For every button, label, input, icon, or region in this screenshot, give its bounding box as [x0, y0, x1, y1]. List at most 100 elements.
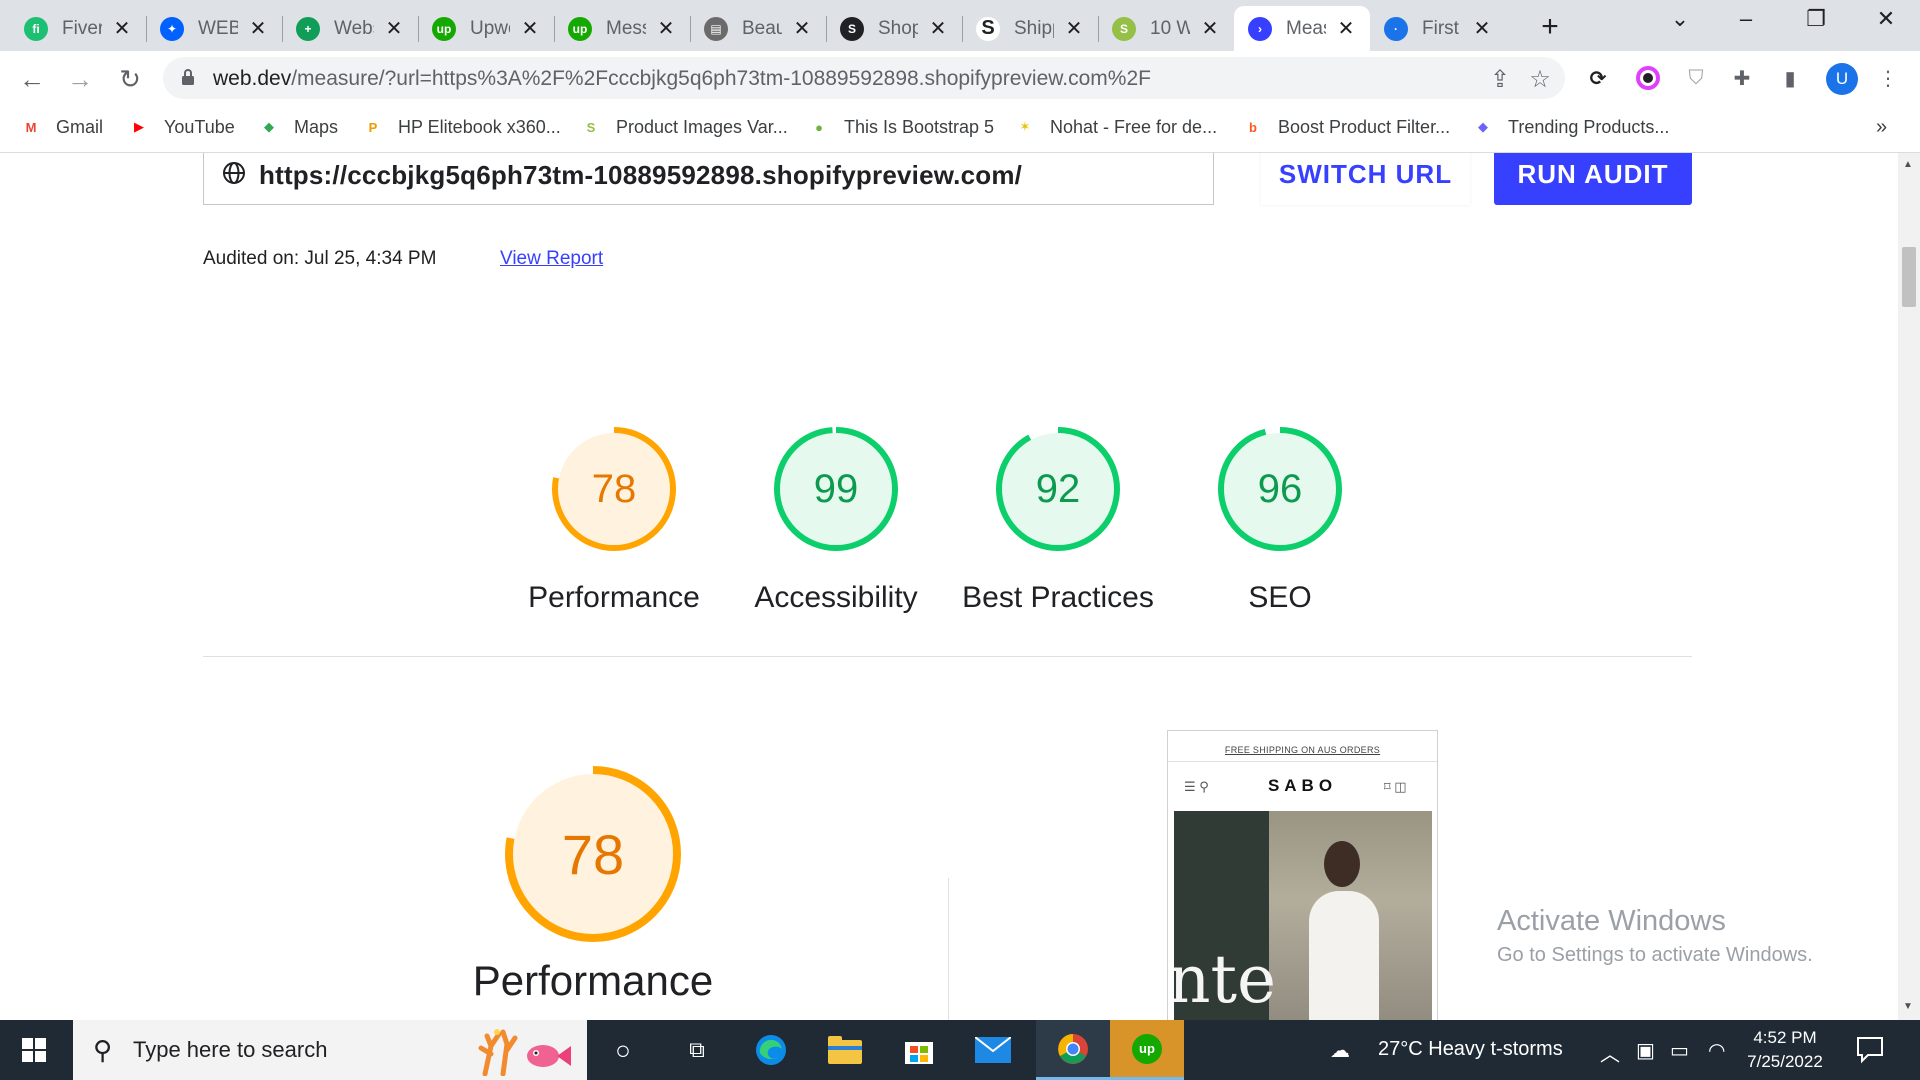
bookmark-star-icon[interactable]: ☆ [1525, 65, 1555, 94]
tab-search-chevron-icon[interactable]: ⌄ [1660, 6, 1700, 32]
reload-icon[interactable]: ↻ [114, 63, 146, 95]
browser-tab[interactable]: · First ✕ [1370, 6, 1506, 51]
address-bar[interactable]: web.dev/measure/?url=https%3A%2F%2Fcccbj… [163, 57, 1565, 99]
bookmark-item[interactable]: ◆ Trending Products... [1472, 116, 1669, 138]
bookmark-item[interactable]: ✶ Nohat - Free for de... [1014, 116, 1218, 138]
accessibility-label: Accessibility [754, 581, 918, 614]
page-scrollbar[interactable]: ▲ ▼ [1898, 153, 1920, 1020]
browser-tab[interactable]: S Shipp ✕ [962, 6, 1098, 51]
browser-tab[interactable]: ▤ Beau ✕ [690, 6, 826, 51]
seo-gauge[interactable]: 96 [1218, 427, 1342, 551]
browser-tab[interactable]: ✦ WEBS ✕ [146, 6, 282, 51]
upwork-icon: up [568, 16, 592, 41]
back-arrow-icon[interactable]: ← [16, 63, 48, 95]
tab-title: Upwo [470, 17, 510, 39]
view-report-link[interactable]: View Report [500, 248, 603, 270]
color-picker-extension-icon[interactable] [1634, 64, 1662, 92]
cortana-icon[interactable]: ○ [586, 1020, 660, 1080]
extensions-puzzle-icon[interactable]: ✚ [1728, 64, 1756, 92]
tab-strip: fi Fiverr ✕ ✦ WEBS ✕ + Websi ✕ up Upwo ✕ up Messa ✕ ▤ Be… [0, 0, 1920, 51]
address-url[interactable]: web.dev/measure/?url=https%3A%2F%2Fcccbj… [213, 67, 1151, 91]
scrollbar-thumb[interactable] [1902, 247, 1916, 307]
upwork-icon: up [432, 16, 456, 41]
task-view-icon[interactable]: ⧉ [660, 1020, 734, 1080]
browser-tab[interactable]: up Upwo ✕ [418, 6, 554, 51]
browser-tab[interactable]: › Meas ✕ [1234, 6, 1370, 51]
tab-close-icon[interactable]: ✕ [1064, 16, 1084, 41]
gmail-icon: M [25, 119, 37, 135]
share-icon[interactable]: ⇪ [1485, 65, 1515, 94]
best-practices-gauge[interactable]: 92 [996, 427, 1120, 551]
bookmarks-bar: M Gmail ▶ YouTube ◆ Maps P HP Elitebook x360...… [0, 106, 1920, 153]
weather-text[interactable]: 27°C Heavy t-storms [1378, 1038, 1563, 1061]
bookmark-label: Maps [294, 116, 339, 137]
browser-tab[interactable]: + Websi ✕ [282, 6, 418, 51]
upwork-taskbar-icon[interactable]: up [1110, 1020, 1184, 1080]
tab-close-icon[interactable]: ✕ [1336, 16, 1356, 41]
tab-close-icon[interactable]: ✕ [384, 16, 404, 41]
tab-close-icon[interactable]: ✕ [656, 16, 676, 41]
taskbar-search-box[interactable]: ⚲ Type here to search [73, 1020, 587, 1080]
performance-gauge[interactable]: 78 [552, 427, 676, 551]
tab-close-icon[interactable]: ✕ [248, 16, 268, 41]
tab-close-icon[interactable]: ✕ [1472, 16, 1492, 41]
audit-url-field[interactable]: https://cccbjkg5q6ph73tm-10889592898.sho… [203, 153, 1214, 205]
microsoft-store-icon[interactable] [882, 1020, 956, 1080]
sync-extension-icon[interactable]: ⟳ [1584, 64, 1612, 92]
scroll-down-arrow-icon[interactable]: ▼ [1903, 1001, 1913, 1012]
new-tab-button[interactable]: + [1536, 10, 1564, 44]
bookmark-item[interactable]: ▶ YouTube [128, 116, 235, 138]
menu-kebab-icon[interactable]: ⋮ [1874, 64, 1902, 92]
weather-icon[interactable]: ☁ [1330, 1038, 1350, 1063]
clock-time: 4:52 PM [1753, 1028, 1817, 1047]
show-hidden-icons-chevron-icon[interactable]: ︿ [1600, 1038, 1620, 1067]
browser-tab[interactable]: up Messa ✕ [554, 6, 690, 51]
bookmark-item[interactable]: b Boost Product Filter... [1242, 116, 1450, 138]
accessibility-gauge[interactable]: 99 [774, 427, 898, 551]
file-explorer-icon[interactable] [808, 1020, 882, 1080]
tab-close-icon[interactable]: ✕ [112, 16, 132, 41]
tab-title: First [1422, 17, 1459, 39]
tab-close-icon[interactable]: ✕ [928, 16, 948, 41]
shopify-extension-icon[interactable]: ⛉ [1682, 64, 1710, 92]
restore-button[interactable]: ❐ [1796, 6, 1836, 32]
page-screenshot-preview: FREE SHIPPING ON AUS ORDERS ☰ ⚲ SABO ⌑ ◫… [1167, 730, 1438, 1020]
bookmark-item[interactable]: ◆ Maps [258, 116, 338, 138]
hero-word: nte [1174, 941, 1277, 1018]
forward-arrow-icon[interactable]: → [64, 63, 96, 95]
bookmark-item[interactable]: ● This Is Bootstrap 5 [808, 116, 994, 138]
meet-now-icon[interactable]: ▣ [1636, 1038, 1655, 1063]
minimize-button[interactable]: – [1726, 6, 1766, 32]
bookmark-label: Boost Product Filter... [1278, 116, 1451, 137]
edge-browser-icon[interactable] [734, 1020, 808, 1080]
tab-close-icon[interactable]: ✕ [1200, 16, 1220, 41]
chrome-taskbar-icon[interactable] [1036, 1020, 1110, 1080]
system-clock[interactable]: 4:52 PM 7/25/2022 [1740, 1026, 1830, 1074]
run-audit-button[interactable]: RUN AUDIT [1494, 153, 1692, 205]
bookmark-item[interactable]: M Gmail [20, 116, 103, 138]
mail-icon[interactable] [956, 1020, 1030, 1080]
tab-close-icon[interactable]: ✕ [520, 16, 540, 41]
profile-avatar[interactable]: U [1826, 63, 1858, 95]
boost-icon: b [1249, 119, 1257, 135]
side-panel-icon[interactable]: ▮ [1776, 64, 1804, 92]
notification-center-icon[interactable] [1855, 1034, 1885, 1064]
scroll-up-arrow-icon[interactable]: ▲ [1903, 159, 1913, 170]
watermark-title: Activate Windows [1497, 905, 1726, 937]
browser-tab[interactable]: S 10 W ✕ [1098, 6, 1234, 51]
audit-url-text: https://cccbjkg5q6ph73tm-10889592898.sho… [259, 160, 1023, 190]
performance-label: Performance [528, 581, 700, 614]
tab-close-icon[interactable]: ✕ [792, 16, 812, 41]
battery-icon[interactable]: ▭ [1670, 1038, 1689, 1063]
browser-tab[interactable]: S Shop ✕ [826, 6, 962, 51]
close-window-button[interactable]: ✕ [1866, 6, 1906, 32]
web-dev-icon: › [1248, 16, 1272, 41]
switch-url-button[interactable]: SWITCH URL [1261, 153, 1470, 205]
windows-start-icon[interactable] [22, 1038, 46, 1062]
bookmarks-more-button[interactable]: » [1876, 116, 1887, 139]
bookmark-item[interactable]: P HP Elitebook x360... [362, 116, 561, 138]
browser-tab[interactable]: fi Fiverr ✕ [10, 6, 146, 51]
best-practices-score: 92 [1035, 466, 1081, 511]
bookmark-item[interactable]: S Product Images Var... [580, 116, 788, 138]
wifi-icon[interactable]: ◠ [1708, 1038, 1725, 1063]
